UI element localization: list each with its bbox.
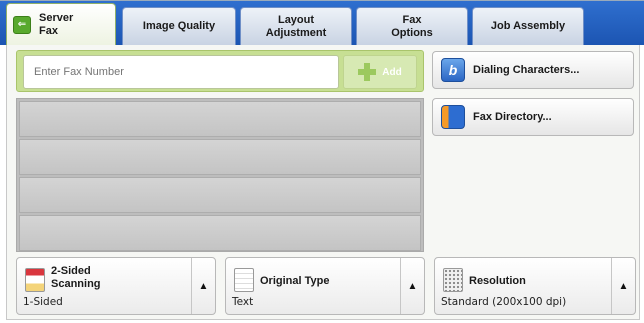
resolution-title: Resolution: [469, 275, 526, 287]
two-sided-scanning-title: 2-Sided Scanning: [51, 265, 101, 290]
add-button[interactable]: Add: [343, 55, 417, 89]
tab-server-fax[interactable]: ⇐ Server Fax: [6, 3, 116, 45]
original-type-tile[interactable]: Original Type Text ▲: [225, 257, 425, 315]
tab-label: Layout Adjustment: [265, 13, 327, 39]
resolution-value: Standard (200x100 dpi): [441, 296, 567, 308]
fax-directory-label: Fax Directory...: [473, 111, 552, 123]
original-type-value: Text: [232, 296, 254, 308]
server-fax-screen: ⇐ Server Fax Image Quality Layout Adjust…: [0, 0, 644, 323]
original-type-title: Original Type: [260, 275, 330, 287]
two-sided-scanning-tile[interactable]: 2-Sided Scanning 1-Sided ▲: [16, 257, 216, 315]
dialing-characters-icon: b: [441, 58, 465, 82]
triangle-up-icon[interactable]: ▲: [611, 258, 635, 314]
list-item[interactable]: [19, 139, 421, 175]
dialing-characters-label: Dialing Characters...: [473, 64, 580, 76]
two-sided-scanning-icon: [25, 268, 45, 292]
triangle-up-icon[interactable]: ▲: [400, 258, 424, 314]
fax-directory-icon: [441, 105, 465, 129]
tab-image-quality[interactable]: Image Quality: [122, 7, 236, 45]
resolution-icon: [443, 268, 463, 292]
fax-directory-button[interactable]: Fax Directory...: [432, 98, 634, 136]
tab-label: Fax Options: [391, 13, 433, 39]
tab-label: Job Assembly: [490, 20, 566, 32]
recipient-list[interactable]: [16, 98, 424, 252]
tab-label: Image Quality: [142, 20, 216, 32]
tab-job-assembly[interactable]: Job Assembly: [472, 7, 584, 45]
tab-bar: ⇐ Server Fax Image Quality Layout Adjust…: [0, 1, 644, 45]
list-item[interactable]: [19, 215, 421, 251]
dialing-characters-button[interactable]: b Dialing Characters...: [432, 51, 634, 89]
list-item[interactable]: [19, 101, 421, 137]
add-label: Add: [382, 66, 402, 78]
tab-fax-options[interactable]: Fax Options: [356, 7, 468, 45]
tab-label: Server Fax: [39, 11, 74, 37]
fax-number-row: Add: [16, 50, 424, 92]
fax-number-input[interactable]: [23, 55, 339, 89]
document-icon: [234, 268, 254, 292]
triangle-up-icon[interactable]: ▲: [191, 258, 215, 314]
tab-layout-adjustment[interactable]: Layout Adjustment: [240, 7, 352, 45]
resolution-tile[interactable]: Resolution Standard (200x100 dpi) ▲: [434, 257, 636, 315]
list-item[interactable]: [19, 177, 421, 213]
plus-icon: [358, 63, 377, 81]
server-fax-icon: ⇐: [13, 15, 31, 34]
two-sided-scanning-value: 1-Sided: [23, 296, 63, 308]
